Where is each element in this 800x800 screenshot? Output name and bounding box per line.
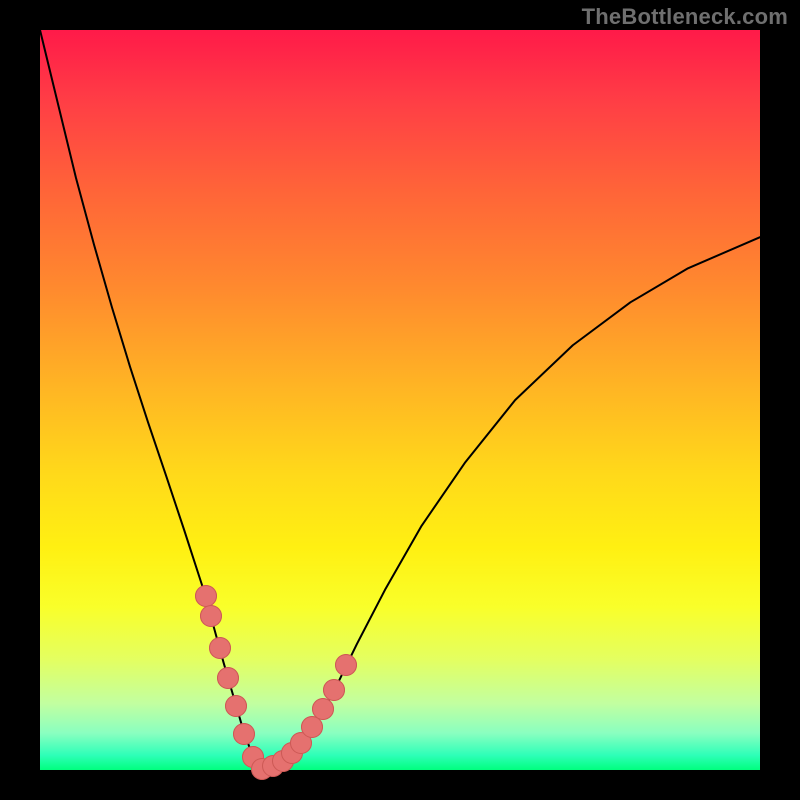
plot-area <box>40 30 760 770</box>
data-dot <box>323 679 345 701</box>
data-dot <box>225 695 247 717</box>
data-dot <box>233 723 255 745</box>
data-dot <box>312 698 334 720</box>
data-dot <box>209 637 231 659</box>
data-dot <box>195 585 217 607</box>
data-dot <box>217 667 239 689</box>
attribution-text: TheBottleneck.com <box>582 4 788 30</box>
chart-stage: TheBottleneck.com <box>0 0 800 800</box>
data-dot <box>335 654 357 676</box>
data-dot <box>301 716 323 738</box>
data-dot <box>200 605 222 627</box>
